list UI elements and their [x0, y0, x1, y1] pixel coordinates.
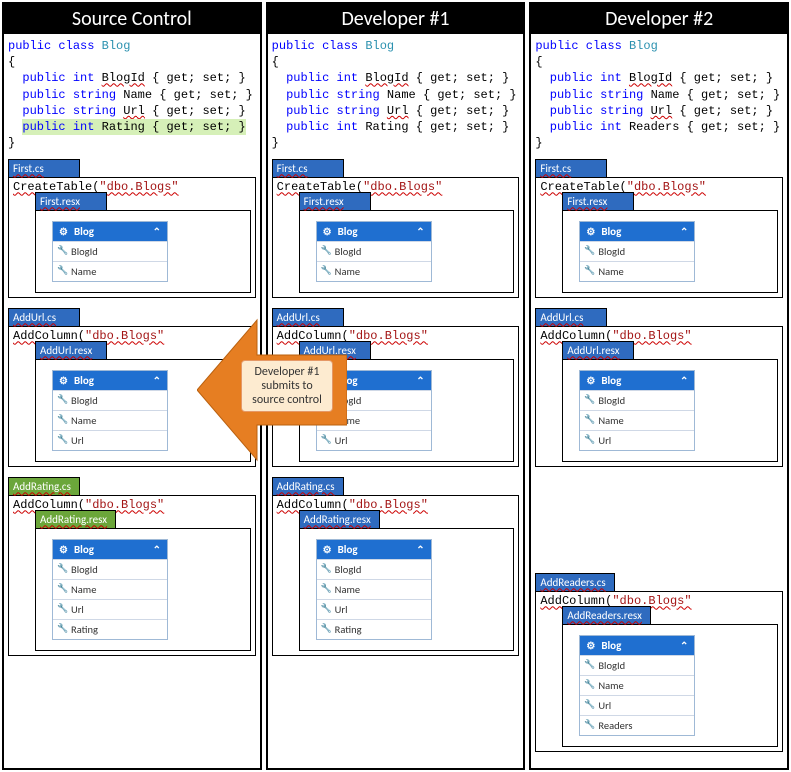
gear-icon: ⚙ — [323, 543, 332, 556]
code-block-dev1: public class Blog { public int BlogId { … — [268, 34, 524, 157]
gear-icon: ⚙ — [586, 639, 595, 652]
card-field: BlogId — [53, 390, 167, 410]
card-field: BlogId — [580, 655, 694, 675]
gear-icon: ⚙ — [323, 374, 332, 387]
column-title-source: Source Control — [4, 4, 260, 34]
gear-icon: ⚙ — [59, 543, 68, 556]
card-field: Name — [53, 410, 167, 430]
tab-first-cs: First.cs — [8, 159, 80, 177]
card-field: Name — [317, 579, 431, 599]
card-field: Name — [580, 261, 694, 281]
card-field: BlogId — [580, 241, 694, 261]
column-title-dev1: Developer #1 — [268, 4, 524, 34]
file-addurl-cs: AddUrl.cs AddColumn("dbo.Blogs" AddUrl.r… — [535, 308, 783, 467]
chevron-up-icon: ⌃ — [416, 374, 424, 387]
card-field: BlogId — [317, 241, 431, 261]
card-field: Url — [317, 599, 431, 619]
model-card-addurl: ⚙Blog⌃ BlogId Name Url — [579, 370, 695, 451]
column-title-dev2: Developer #2 — [531, 4, 787, 34]
file-addurl-resx: AddUrl.resx ⚙Blog⌃ BlogId Name Url — [35, 341, 251, 462]
file-addurl-cs: AddUrl.cs AddColumn("dbo.Blogs" AddUrl.r… — [8, 308, 256, 467]
card-field: Name — [317, 261, 431, 281]
column-dev1: Developer #1 public class Blog { public … — [266, 2, 526, 770]
file-addurl-cs: AddUrl.cs AddColumn("dbo.Blogs" AddUrl.r… — [272, 308, 520, 467]
code-block-source: public class Blog { public int BlogId { … — [4, 34, 260, 157]
card-field: BlogId — [317, 559, 431, 579]
code-block-dev2: public class Blog { public int BlogId { … — [531, 34, 787, 157]
model-card-addrating: ⚙Blog⌃ BlogId Name Url Rating — [52, 539, 168, 640]
chevron-up-icon: ⌃ — [680, 374, 688, 387]
spacer — [535, 477, 783, 573]
card-field: BlogId — [53, 559, 167, 579]
gear-icon: ⚙ — [59, 225, 68, 238]
card-field: Url — [53, 599, 167, 619]
model-card-addurl: ⚙Blog⌃ BlogId Name Url — [316, 370, 432, 451]
chevron-up-icon: ⌃ — [680, 225, 688, 238]
model-card-addrating: ⚙Blog⌃ BlogId Name Url Rating — [316, 539, 432, 640]
file-addrating-resx: AddRating.resx ⚙Blog⌃ BlogId Name Url Ra… — [35, 510, 251, 651]
card-field: Name — [53, 261, 167, 281]
card-field: Url — [580, 695, 694, 715]
gear-icon: ⚙ — [59, 374, 68, 387]
chevron-up-icon: ⌃ — [153, 543, 161, 556]
file-addrating-cs: AddRating.cs AddColumn("dbo.Blogs" AddRa… — [272, 477, 520, 656]
card-field: BlogId — [53, 241, 167, 261]
file-addreaders-cs: AddReaders.cs AddColumn("dbo.Blogs" AddR… — [535, 573, 783, 752]
file-first-cs: First.cs CreateTable("dbo.Blogs" First.r… — [272, 159, 520, 298]
column-dev2: Developer #2 public class Blog { public … — [529, 2, 789, 770]
file-first-cs: First.cs CreateTable("dbo.Blogs" First.r… — [535, 159, 783, 298]
gear-icon: ⚙ — [586, 374, 595, 387]
card-field: Readers — [580, 715, 694, 735]
card-field: Name — [317, 410, 431, 430]
gear-icon: ⚙ — [586, 225, 595, 238]
model-card-first: ⚙Blog⌃ BlogId Name — [316, 221, 432, 282]
card-field: BlogId — [317, 390, 431, 410]
card-field: Url — [580, 430, 694, 450]
card-field: BlogId — [580, 390, 694, 410]
card-field: Name — [580, 675, 694, 695]
card-field: Url — [53, 430, 167, 450]
card-field: Rating — [53, 619, 167, 639]
card-field: Url — [317, 430, 431, 450]
file-first-cs: First.cs CreateTable("dbo.Blogs" First.r… — [8, 159, 256, 298]
model-card-addurl: ⚙Blog⌃ BlogId Name Url — [52, 370, 168, 451]
model-card-addreaders: ⚙Blog⌃ BlogId Name Url Readers — [579, 635, 695, 736]
gear-icon: ⚙ — [323, 225, 332, 238]
file-addrating-cs: AddRating.cs AddColumn("dbo.Blogs" AddRa… — [8, 477, 256, 656]
model-card-first: ⚙Blog⌃ BlogId Name — [579, 221, 695, 282]
chevron-up-icon: ⌃ — [680, 639, 688, 652]
chevron-up-icon: ⌃ — [153, 225, 161, 238]
card-field: Name — [53, 579, 167, 599]
column-source-control: Source Control public class Blog { publi… — [2, 2, 262, 770]
chevron-up-icon: ⌃ — [416, 225, 424, 238]
file-first-resx: First.resx ⚙Blog⌃ BlogId Name — [35, 192, 251, 293]
chevron-up-icon: ⌃ — [416, 543, 424, 556]
model-card-first: ⚙Blog⌃ BlogId Name — [52, 221, 168, 282]
chevron-up-icon: ⌃ — [153, 374, 161, 387]
card-field: Name — [580, 410, 694, 430]
card-field: Rating — [317, 619, 431, 639]
